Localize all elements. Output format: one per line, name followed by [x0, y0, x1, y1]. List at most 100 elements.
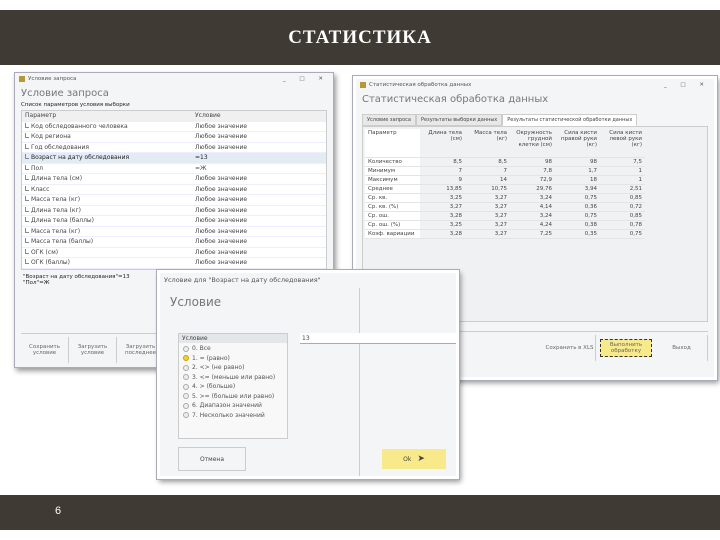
load-condition-button[interactable]: Загрузить условие [69, 337, 117, 363]
cell-value: 3,27 [465, 220, 510, 230]
param-name: Длина тела (кг) [25, 206, 195, 214]
cell-value: 4,14 [510, 202, 555, 212]
checkbox[interactable] [25, 227, 29, 233]
save-condition-button[interactable]: Сохранить условие [21, 337, 69, 363]
checkbox[interactable] [25, 143, 29, 149]
checkbox[interactable] [25, 175, 29, 181]
tab-selection-results[interactable]: Результаты выборки данных [415, 114, 503, 126]
checkbox[interactable] [25, 217, 29, 223]
cell-value: 2,51 [600, 184, 645, 194]
param-name: ОГК (см) [25, 248, 195, 256]
param-row[interactable]: ОГК (баллы) Любое значение [22, 258, 326, 269]
cell-value: 0,75 [600, 229, 645, 239]
cell-value: 7,5 [600, 157, 645, 167]
cell-value: 0,78 [600, 220, 645, 230]
radio-icon[interactable] [183, 345, 189, 352]
window-controls[interactable]: _ □ ✕ [283, 76, 329, 82]
run-processing-button[interactable]: Выполнить обработку [600, 339, 652, 357]
radio-icon[interactable] [183, 364, 189, 371]
column-header: Сила кисти левой руки (кг) [600, 129, 645, 158]
page-number: 6 [55, 505, 62, 517]
condition-option[interactable]: 5. >= (больше или равно) [183, 392, 283, 402]
param-label: Длина тела (кг) [31, 206, 81, 214]
param-row[interactable]: Масса тела (кг) Любое значение [22, 195, 326, 206]
condition-option[interactable]: 4. > (больше) [183, 382, 283, 392]
window-controls[interactable]: _ □ ✕ [664, 82, 710, 88]
table-row: Ср. ош. 3,28 3,27 3,24 0,75 0,85 [365, 211, 645, 221]
tab-statistics-results[interactable]: Результаты статистической обработки данн… [502, 114, 638, 126]
checkbox[interactable] [25, 196, 29, 202]
exit-button[interactable]: Выход [656, 335, 708, 361]
checkbox[interactable] [25, 259, 29, 265]
cell-value: 7,8 [510, 166, 555, 176]
radio-icon[interactable] [183, 402, 189, 409]
checkbox[interactable] [25, 133, 29, 139]
column-header: Параметр [365, 129, 420, 158]
checkbox[interactable] [25, 206, 29, 212]
save-xls-button[interactable]: Сохранить в XLS [544, 335, 596, 361]
param-row[interactable]: Год обследования Любое значение [22, 143, 326, 153]
checkbox[interactable] [25, 164, 29, 170]
cell-value: 3,28 [420, 229, 465, 239]
param-row[interactable]: Код обследованного человека Любое значени… [22, 122, 326, 132]
param-label: Длина тела (см) [31, 175, 83, 183]
param-condition: Любое значение [195, 259, 248, 267]
ok-button[interactable]: Ok ➤ [382, 449, 446, 469]
param-condition: Любое значение [195, 175, 248, 183]
slide-header: СТАТИСТИКА [0, 10, 720, 65]
param-label: Масса тела (баллы) [31, 238, 94, 246]
param-name: Длина тела (баллы) [25, 217, 195, 224]
row-label: Минимум [365, 166, 420, 176]
checkbox[interactable] [25, 154, 29, 160]
checkbox[interactable] [25, 238, 29, 244]
col-param: Параметр [25, 112, 57, 120]
param-row[interactable]: ОГК (см) Любое значение [22, 248, 326, 258]
param-row[interactable]: Масса тела (баллы) Любое значение [22, 237, 326, 248]
checkbox[interactable] [25, 248, 29, 254]
param-row[interactable]: Пол =Ж [22, 164, 326, 174]
param-row[interactable]: Длина тела (кг) Любое значение [22, 206, 326, 216]
param-label: ОГК (см) [31, 248, 59, 256]
radio-icon[interactable] [183, 374, 189, 381]
cell-value: 1 [600, 166, 645, 176]
option-label: 5. >= (больше или равно) [192, 392, 275, 400]
cell-value: 0,35 [555, 229, 600, 239]
value-input[interactable]: 13 [300, 333, 456, 344]
window-title: Условие запроса [28, 76, 77, 82]
option-label: 6. Диапазон значений [192, 402, 262, 410]
row-label: Количество [365, 157, 420, 167]
condition-option[interactable]: 3. <= (меньше или равно) [183, 373, 283, 383]
window-title: Статистическая обработка данных [369, 82, 472, 88]
condition-option[interactable]: 2. <> (не равно) [183, 363, 283, 373]
param-row[interactable]: Длина тела (баллы) Любое значение [22, 216, 326, 227]
condition-option[interactable]: 7. Несколько значений [183, 411, 283, 421]
param-row[interactable]: Возраст на дату обследования =13 [22, 153, 326, 164]
param-row[interactable]: Класс Любое значение [22, 185, 326, 195]
param-row[interactable]: Масса тела (кг) Любое значение [22, 227, 326, 237]
cancel-button[interactable]: Отмена [178, 447, 246, 471]
param-row[interactable]: Длина тела (см) Любое значение [22, 174, 326, 185]
radio-icon[interactable] [183, 383, 189, 390]
radio-icon[interactable] [183, 412, 189, 419]
row-label: Среднее [365, 184, 420, 194]
param-name: Код обследованного человека [25, 122, 195, 130]
cell-value: 8,5 [465, 157, 510, 167]
radio-icon[interactable] [183, 355, 189, 362]
condition-option[interactable]: 1. = (равно) [183, 354, 283, 364]
dialog-title: Условие для "Возраст на дату обследовани… [164, 276, 321, 284]
param-label: Класс [31, 185, 50, 193]
radio-icon[interactable] [183, 393, 189, 400]
cell-value: 1,7 [555, 166, 600, 176]
tab-query-condition[interactable]: Условие запроса [362, 114, 416, 126]
param-name: Возраст на дату обследования [25, 154, 195, 161]
checkbox[interactable] [25, 122, 29, 128]
table-row: Ср. кв. (%) 3,27 3,27 4,14 0,36 0,72 [365, 202, 645, 212]
cell-value: 0,38 [555, 220, 600, 230]
condition-option[interactable]: 6. Диапазон значений [183, 401, 283, 411]
row-label: Ср. кв. (%) [365, 202, 420, 212]
checkbox[interactable] [25, 185, 29, 191]
statistics-table: Параметр Длина тела (см) Масса тела (кг) Ок… [365, 129, 645, 239]
param-row[interactable]: Код региона Любое значение [22, 132, 326, 143]
param-label: ОГК (баллы) [31, 259, 71, 267]
condition-option[interactable]: 0. Все [183, 344, 283, 354]
